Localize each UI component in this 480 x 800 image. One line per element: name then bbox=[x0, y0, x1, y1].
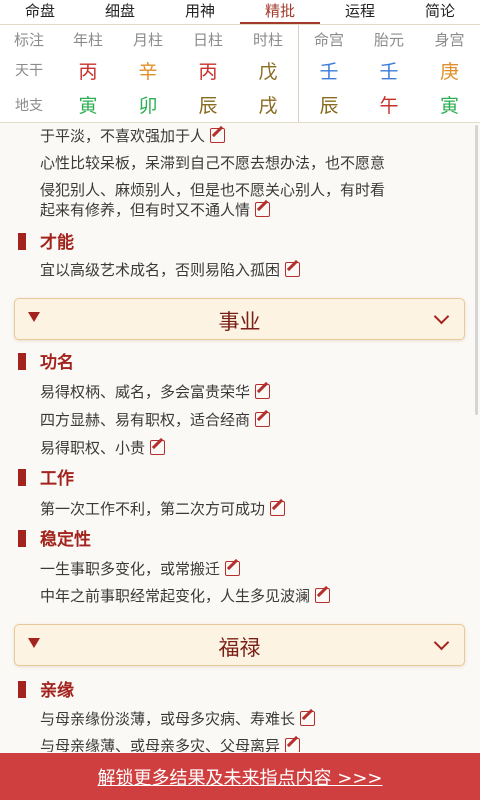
top-tab-bar: 命盘 细盘 用神 精批 运程 简论 bbox=[0, 0, 480, 25]
tiangan-year: 丙 bbox=[78, 60, 98, 83]
text-line: 与母亲缘薄、或母亲多灾、父母离异 bbox=[40, 735, 301, 752]
section-banner-fulu[interactable]: 福禄 bbox=[14, 624, 465, 666]
tiangan-hour: 戊 bbox=[258, 60, 278, 83]
edit-icon[interactable] bbox=[255, 412, 271, 427]
edit-icon[interactable] bbox=[270, 501, 286, 516]
dizhi-month: 卯 bbox=[138, 95, 158, 117]
banner-title: 事业 bbox=[218, 310, 261, 334]
section-heading-gongzuo: 工作 bbox=[18, 464, 74, 489]
row-label-dizhi: 地支 bbox=[15, 97, 43, 114]
header-biaozhu: 标注 bbox=[13, 30, 44, 49]
edit-icon[interactable] bbox=[315, 588, 331, 603]
dizhi-year: 寅 bbox=[78, 95, 98, 117]
header-shengong: 身宫 bbox=[434, 30, 465, 49]
header-rizhu: 日柱 bbox=[192, 30, 223, 49]
header-nianzhu: 年柱 bbox=[72, 30, 103, 49]
header-taiyuan: 胎元 bbox=[373, 30, 404, 49]
text-line: 与母亲缘份淡薄，或母多灾病、寿难长 bbox=[40, 708, 316, 729]
section-heading-qinyuan: 亲缘 bbox=[18, 676, 74, 701]
tiangan-day: 丙 bbox=[198, 60, 218, 83]
text-line: 侵犯别人、麻烦别人，但是也不愿关心别人，有时看 bbox=[40, 181, 386, 199]
bazi-pillars-table: 标注 年柱 月柱 日柱 时柱 天干 丙 辛 丙 戊 地支 寅 卯 辰 戌 命宫 … bbox=[0, 25, 480, 123]
header-minggong: 命宫 bbox=[313, 30, 344, 49]
tab-jianlun[interactable]: 简论 bbox=[400, 0, 480, 24]
header-shizhu: 时柱 bbox=[252, 30, 283, 49]
edit-icon[interactable] bbox=[150, 440, 166, 455]
text-line: 四方显赫、易有职权，适合经商 bbox=[40, 409, 271, 430]
tab-jingpi[interactable]: 精批 bbox=[240, 0, 320, 24]
text-line: 一生事职多变化，或常搬迁 bbox=[40, 558, 241, 579]
tab-xipan[interactable]: 细盘 bbox=[80, 0, 160, 24]
edit-icon[interactable] bbox=[285, 262, 301, 277]
text-line: 宜以高级艺术成名，否则易陷入孤困 bbox=[40, 259, 301, 280]
text-line: 中年之前事职经常起变化，人生多见波澜 bbox=[40, 585, 331, 606]
text-line: 第一次工作不利，第二次方可成功 bbox=[40, 498, 286, 519]
header-yuezhu: 月柱 bbox=[132, 30, 163, 49]
edit-icon[interactable] bbox=[255, 202, 271, 217]
section-banner-shiye[interactable]: 事业 bbox=[14, 298, 465, 340]
section-heading-caineng: 才能 bbox=[18, 228, 74, 253]
extra-pillars-grid: 命宫 胎元 身宫 壬 壬 庚 辰 午 寅 bbox=[299, 25, 480, 122]
edit-icon[interactable] bbox=[285, 738, 301, 752]
dizhi-minggong: 辰 bbox=[319, 95, 339, 117]
row-label-tiangan: 天干 bbox=[15, 63, 43, 79]
reading-content[interactable]: 于平淡，不喜欢强加于人 心性比较呆板，呆滞到自己不愿去想办法，也不愿意 侵犯别人… bbox=[0, 122, 480, 752]
text-line: 易得职权、小贵 bbox=[40, 437, 166, 458]
text-line: 起来有修养，但有时又不通人情 bbox=[40, 199, 271, 220]
section-heading-gongming: 功名 bbox=[18, 348, 74, 373]
edit-icon[interactable] bbox=[300, 711, 316, 726]
tab-yongshen[interactable]: 用神 bbox=[160, 0, 240, 24]
tiangan-shengong: 庚 bbox=[439, 60, 459, 83]
tab-mingpan[interactable]: 命盘 bbox=[0, 0, 80, 24]
edit-icon[interactable] bbox=[225, 561, 241, 576]
scrollbar[interactable] bbox=[475, 125, 478, 415]
tiangan-minggong: 壬 bbox=[319, 60, 339, 83]
four-pillars-grid: 标注 年柱 月柱 日柱 时柱 天干 丙 辛 丙 戊 地支 寅 卯 辰 戌 bbox=[0, 25, 298, 122]
text-line: 易得权柄、威名，多会富贵荣华 bbox=[40, 381, 271, 402]
edit-icon[interactable] bbox=[210, 128, 226, 143]
tiangan-month: 辛 bbox=[138, 60, 158, 83]
edit-icon[interactable] bbox=[255, 384, 271, 399]
banner-title: 福禄 bbox=[218, 636, 261, 660]
tiangan-taiyuan: 壬 bbox=[379, 60, 399, 83]
dizhi-day: 辰 bbox=[198, 95, 218, 117]
dizhi-taiyuan: 午 bbox=[379, 95, 399, 117]
unlock-more-button[interactable]: 解锁更多结果及未来指点内容 >>> bbox=[0, 753, 480, 800]
text-line: 于平淡，不喜欢强加于人 bbox=[40, 125, 226, 146]
dizhi-shengong: 寅 bbox=[439, 95, 459, 117]
dizhi-hour: 戌 bbox=[258, 95, 278, 117]
unlock-more-label: 解锁更多结果及未来指点内容 >>> bbox=[97, 767, 383, 789]
text-line: 心性比较呆板，呆滞到自己不愿去想办法，也不愿意 bbox=[40, 154, 386, 172]
tab-yuncheng[interactable]: 运程 bbox=[320, 0, 400, 24]
section-heading-wendingxing: 稳定性 bbox=[18, 525, 91, 550]
